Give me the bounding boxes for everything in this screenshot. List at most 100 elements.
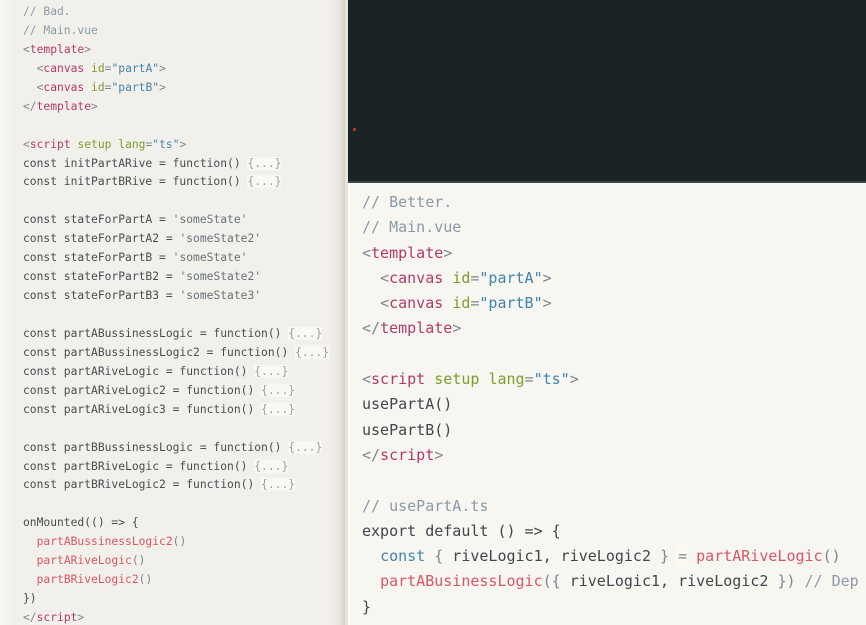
code-line: const { riveLogic1, riveLogic2 } = partA… (362, 544, 866, 569)
code-token-attr: id (91, 61, 105, 75)
code-token-punct: > (84, 42, 92, 56)
code-line: <template> (23, 41, 345, 60)
code-token-plain: const partBRiveLogic2 = function() (23, 478, 262, 492)
code-line: onMounted(() => { (23, 514, 345, 533)
code-token-attr: id (452, 268, 471, 287)
code-token-tag: canvas (389, 294, 444, 313)
bad-code-pane: // Bad.// Main.vue <template> <canvas id=… (0, 0, 345, 625)
code-token-plain: const stateForPartA2 = (23, 232, 180, 246)
code-line: </script> (362, 443, 866, 468)
code-token-strgray: 'someState' (172, 251, 248, 265)
code-line: const stateForPartA = 'someState' (23, 211, 345, 230)
code-token-tag: script (371, 370, 426, 389)
code-token-plain: usePartB() (362, 420, 453, 439)
code-line: </template> (362, 316, 866, 341)
code-token-attr: lang (118, 137, 146, 151)
code-line: const partABussinessLogic2 = function() … (23, 344, 345, 363)
code-token-punct: > (542, 268, 552, 287)
code-token-strblue: "partA" (111, 61, 160, 75)
code-token-punct: < (23, 137, 30, 151)
code-token-punct: > (159, 80, 166, 94)
good-code-pane: // Better.// Main.vue <template> <canvas … (348, 183, 866, 625)
code-token-strgray: 'someState2' (179, 270, 262, 284)
code-token-plain: const stateForPartB2 = (23, 270, 180, 284)
code-line: <canvas id="partB"> (23, 79, 345, 98)
code-token-call: partARiveLogic (696, 547, 823, 566)
code-token-tag: script (380, 445, 435, 464)
code-token-ell: {...} (247, 175, 282, 189)
code-line: const partABussinessLogic = function() {… (23, 325, 345, 344)
code-token-punct: () (172, 535, 187, 549)
code-line: partABusinessLogic({ riveLogic1, riveLog… (362, 569, 866, 594)
code-token-punct: </ (362, 445, 381, 464)
code-token-plain: } (362, 597, 372, 616)
code-token-ell: {...} (288, 440, 323, 454)
code-line: const stateForPartB3 = 'someState3' (23, 287, 345, 306)
code-token-strgray: 'someState3' (179, 289, 262, 303)
code-line: // Main.vue (362, 215, 866, 240)
code-token-punct: < (362, 243, 372, 262)
code-token-strgray: 'someState2' (179, 232, 262, 246)
code-line: usePartA() (362, 392, 866, 417)
code-line: const partARiveLogic3 = function() {...} (23, 401, 345, 420)
code-line: const partARiveLogic2 = function() {...} (23, 382, 345, 401)
code-line: const partARiveLogic = function() {...} (23, 363, 345, 382)
code-token-plain: const partARiveLogic3 = function() (23, 402, 262, 416)
code-token-punct: () (822, 547, 841, 566)
code-token-strgray: 'someState' (172, 213, 248, 227)
code-token-punct: () (138, 573, 153, 587)
code-token-punct: > (542, 294, 552, 313)
code-line: partARiveLogic() (23, 552, 345, 571)
code-token-plain: const stateForPartB3 = (23, 289, 180, 303)
code-token-comment: // Main.vue (362, 218, 462, 237)
code-token-ell: {...} (247, 156, 282, 170)
code-token-plain: riveLogic1, riveLogic2 (560, 572, 778, 591)
code-line: export default () => { (362, 519, 866, 544)
code-token-ell: {...} (254, 364, 289, 378)
code-token-plain: const initPartARive = function() (23, 156, 248, 170)
code-line: const stateForPartB = 'someState' (23, 249, 345, 268)
code-token-attr: lang (488, 370, 525, 389)
code-token-tag: template (36, 99, 92, 113)
code-line: <canvas id="partB"> (362, 291, 866, 316)
code-token-punct: > (569, 370, 579, 389)
code-token-plain: const stateForPartB = (23, 251, 173, 265)
code-token-comment: // usePartA.ts (362, 496, 489, 515)
code-token-plain: const partBBussinessLogic = function() (23, 440, 289, 454)
code-token-plain: const initPartBRive = function() (23, 175, 248, 189)
code-line: const stateForPartB2 = 'someState2' (23, 268, 345, 287)
code-token-strblue: "ts" (533, 370, 570, 389)
code-token-punct: ({ (542, 572, 561, 591)
code-line: const initPartBRive = function() {...} (23, 173, 345, 192)
code-token-punct: () (131, 554, 146, 568)
code-token-plain: }) (23, 592, 37, 606)
code-token-tag: canvas (389, 268, 444, 287)
code-token-punct: > (77, 611, 85, 624)
code-line: // usePartA.ts (362, 494, 866, 519)
code-token-strblue: "partB" (479, 294, 543, 313)
code-line: const partBBussinessLogic = function() {… (23, 439, 345, 458)
code-token-plain: const partBRiveLogic = function() (23, 459, 255, 473)
code-line: </template> (23, 98, 345, 117)
code-token-comment: // Dep (804, 572, 859, 591)
code-token-call: partABusinessLogic (380, 572, 543, 591)
code-token-strblue: "partA" (479, 268, 543, 287)
code-token-tag: template (371, 243, 444, 262)
code-token-eqhl: = (678, 547, 688, 566)
code-line: }) (23, 590, 345, 609)
code-line: <script setup lang="ts"> (23, 136, 345, 155)
code-line: <canvas id="partA"> (362, 266, 866, 291)
